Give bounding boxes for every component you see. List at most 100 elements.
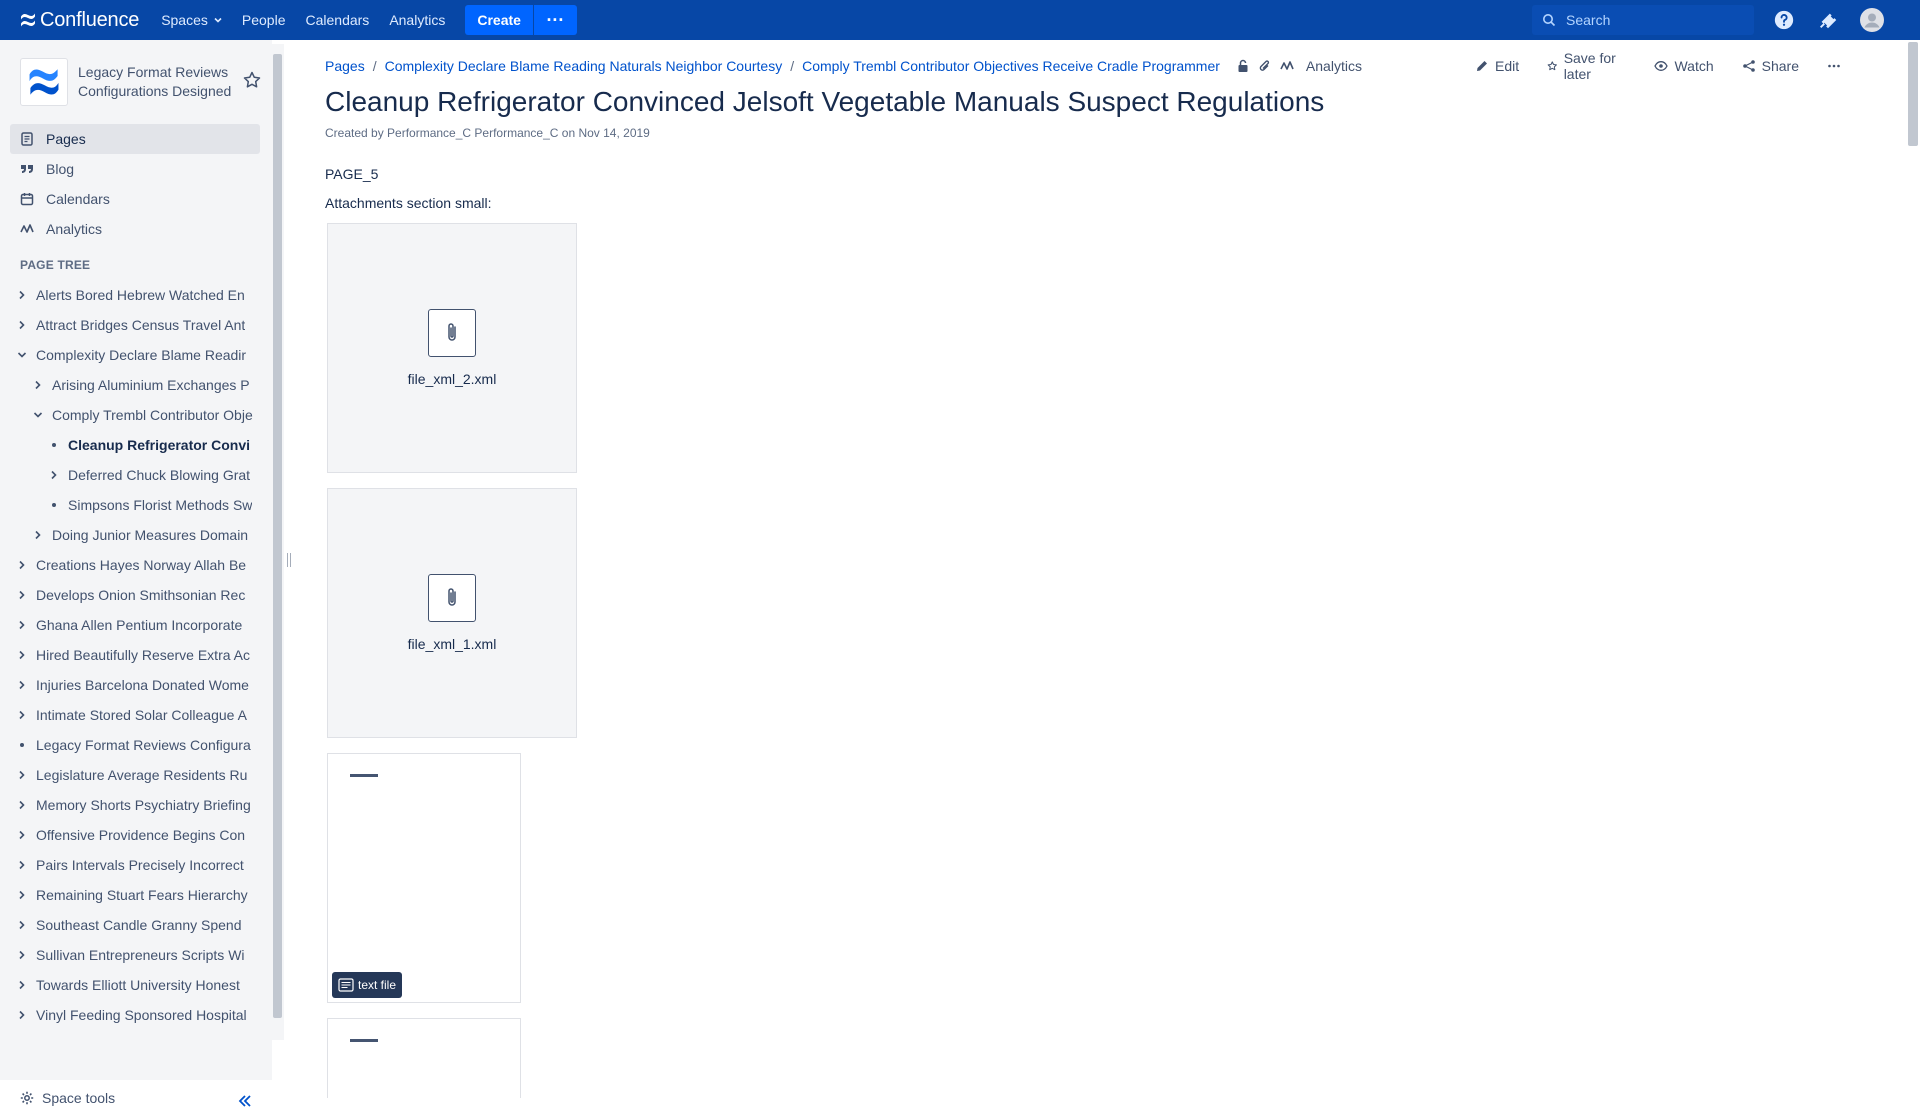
more-actions-button[interactable] [1827, 59, 1847, 73]
page-tree-item-label: Comply Trembl Contributor Obje [52, 407, 253, 423]
chevron-right-icon[interactable] [30, 377, 46, 393]
sidebar-item-analytics[interactable]: Analytics [10, 214, 260, 244]
page-tree-item[interactable]: Injuries Barcelona Donated Wome [0, 670, 258, 700]
collapse-sidebar-icon[interactable] [236, 1092, 254, 1110]
breadcrumb-link[interactable]: Complexity Declare Blame Reading Natural… [385, 58, 783, 74]
chevron-right-icon[interactable] [14, 287, 30, 303]
chevron-right-icon[interactable] [14, 887, 30, 903]
chevron-down-icon [214, 17, 222, 23]
notifications-icon[interactable] [1816, 8, 1840, 32]
save-for-later-button[interactable]: Save for later [1547, 50, 1626, 82]
attachment-card[interactable]: file_xml_2.xml [327, 223, 577, 473]
page-tree-item[interactable]: Creations Hayes Norway Allah Be [0, 550, 258, 580]
page-tree-item[interactable]: Simpsons Florist Methods Sw [0, 490, 258, 520]
page-tree-item[interactable]: Doing Junior Measures Domain [0, 520, 258, 550]
page-tree-item[interactable]: Legacy Format Reviews Configura [0, 730, 258, 760]
space-tools-button[interactable]: Space tools [20, 1090, 115, 1106]
chevron-right-icon[interactable] [30, 527, 46, 543]
avatar[interactable] [1860, 8, 1884, 32]
page-tree-item[interactable]: Pairs Intervals Precisely Incorrect [0, 850, 258, 880]
restrictions-icon[interactable] [1236, 59, 1250, 73]
chevron-right-icon[interactable] [14, 917, 30, 933]
chevron-right-icon[interactable] [46, 467, 62, 483]
page-tree-item[interactable]: Hired Beautifully Reserve Extra Ac [0, 640, 258, 670]
chevron-right-icon[interactable] [14, 317, 30, 333]
chevron-right-icon[interactable] [14, 647, 30, 663]
attachment-card[interactable]: file_xml_1.xml [327, 488, 577, 738]
edit-button[interactable]: Edit [1475, 58, 1519, 74]
file-type-badge: text file [332, 972, 403, 998]
chevron-right-icon[interactable] [14, 707, 30, 723]
page-tree-item[interactable]: Offensive Providence Begins Con [0, 820, 258, 850]
file-preview-thumbnail[interactable] [327, 1018, 521, 1098]
page-tree-item[interactable]: Complexity Declare Blame Readir [0, 340, 258, 370]
page-tree-item-label: Hired Beautifully Reserve Extra Ac [36, 647, 250, 663]
page-tree-item[interactable]: Arising Aluminium Exchanges P [0, 370, 258, 400]
chevron-right-icon[interactable] [14, 797, 30, 813]
page-tree-item[interactable]: Comply Trembl Contributor Obje [0, 400, 258, 430]
space-logo[interactable] [20, 58, 68, 106]
page-tree-item-label: Southeast Candle Granny Spend [36, 917, 242, 933]
breadcrumb-link[interactable]: Comply Trembl Contributor Objectives Rec… [802, 58, 1220, 74]
brand-name: Confluence [40, 8, 140, 31]
sidebar-item-blog[interactable]: Blog [10, 154, 260, 184]
sidebar-item-calendars[interactable]: Calendars [10, 184, 260, 214]
attachment-icon[interactable] [1258, 59, 1272, 73]
resize-handle-icon[interactable] [285, 552, 293, 568]
search-box[interactable] [1532, 5, 1754, 35]
page-tree-item-label: Complexity Declare Blame Readir [36, 347, 247, 363]
chevron-right-icon[interactable] [14, 677, 30, 693]
page-tree-item[interactable]: Legislature Average Residents Ru [0, 760, 258, 790]
create-button[interactable]: Create [465, 5, 533, 35]
page-tree-item[interactable]: Ghana Allen Pentium Incorporate [0, 610, 258, 640]
star-icon [1547, 61, 1558, 71]
help-icon[interactable] [1772, 8, 1796, 32]
page-tree-item[interactable]: Alerts Bored Hebrew Watched En [0, 280, 258, 310]
page-tree-item[interactable]: Southeast Candle Granny Spend [0, 910, 258, 940]
chevron-right-icon[interactable] [14, 557, 30, 573]
page-tree-item-label: Injuries Barcelona Donated Wome [36, 677, 249, 693]
confluence-logo[interactable]: Confluence [20, 9, 139, 32]
chevron-right-icon[interactable] [14, 977, 30, 993]
space-name[interactable]: Legacy Format Reviews Configurations Des… [78, 63, 246, 101]
page-tree-item[interactable]: Intimate Stored Solar Colleague A [0, 700, 258, 730]
nav-calendars[interactable]: Calendars [295, 0, 379, 40]
star-icon[interactable] [242, 70, 262, 90]
watch-label: Watch [1674, 58, 1714, 74]
search-input[interactable] [1566, 12, 1736, 28]
page-tree-item[interactable]: Develops Onion Smithsonian Rec [0, 580, 258, 610]
page-analytics-link[interactable]: Analytics [1306, 58, 1362, 74]
page-tree-item[interactable]: Deferred Chuck Blowing Grat [0, 460, 258, 490]
nav-spaces[interactable]: Spaces [151, 0, 232, 40]
nav-analytics[interactable]: Analytics [379, 0, 455, 40]
sidebar-scrollbar-thumb[interactable] [273, 54, 282, 1018]
share-button[interactable]: Share [1742, 58, 1799, 74]
chevron-right-icon[interactable] [14, 617, 30, 633]
page-scrollbar-thumb[interactable] [1908, 42, 1918, 146]
chevron-right-icon[interactable] [14, 767, 30, 783]
body-paragraph: PAGE_5 [325, 166, 379, 182]
page-tree-item[interactable]: Attract Bridges Census Travel Ant [0, 310, 258, 340]
chevron-right-icon[interactable] [14, 827, 30, 843]
nav-people[interactable]: People [232, 0, 296, 40]
chevron-down-icon[interactable] [14, 347, 30, 363]
page-tree-item[interactable]: Remaining Stuart Fears Hierarchy [0, 880, 258, 910]
chevron-right-icon[interactable] [14, 587, 30, 603]
watch-button[interactable]: Watch [1654, 58, 1714, 74]
page-tree-item[interactable]: Towards Elliott University Honest [0, 970, 258, 1000]
chevron-right-icon[interactable] [14, 857, 30, 873]
eye-icon [1654, 61, 1669, 71]
chevron-right-icon[interactable] [14, 947, 30, 963]
page-tree-item[interactable]: Vinyl Feeding Sponsored Hospital [0, 1000, 258, 1030]
sidebar-item-pages[interactable]: Pages [10, 124, 260, 154]
create-more-button[interactable]: ··· [532, 5, 577, 35]
page-tree-item[interactable]: Sullivan Entrepreneurs Scripts Wi [0, 940, 258, 970]
file-preview-thumbnail[interactable]: text file [327, 753, 521, 1003]
chevron-down-icon[interactable] [30, 407, 46, 423]
page-tree-item[interactable]: Memory Shorts Psychiatry Briefing [0, 790, 258, 820]
page-scrollbar-track[interactable] [1906, 40, 1920, 1080]
page-tree-item-label: Remaining Stuart Fears Hierarchy [36, 887, 248, 903]
chevron-right-icon[interactable] [14, 1007, 30, 1023]
page-tree-item[interactable]: Cleanup Refrigerator Convi [0, 430, 258, 460]
breadcrumb-link[interactable]: Pages [325, 58, 365, 74]
